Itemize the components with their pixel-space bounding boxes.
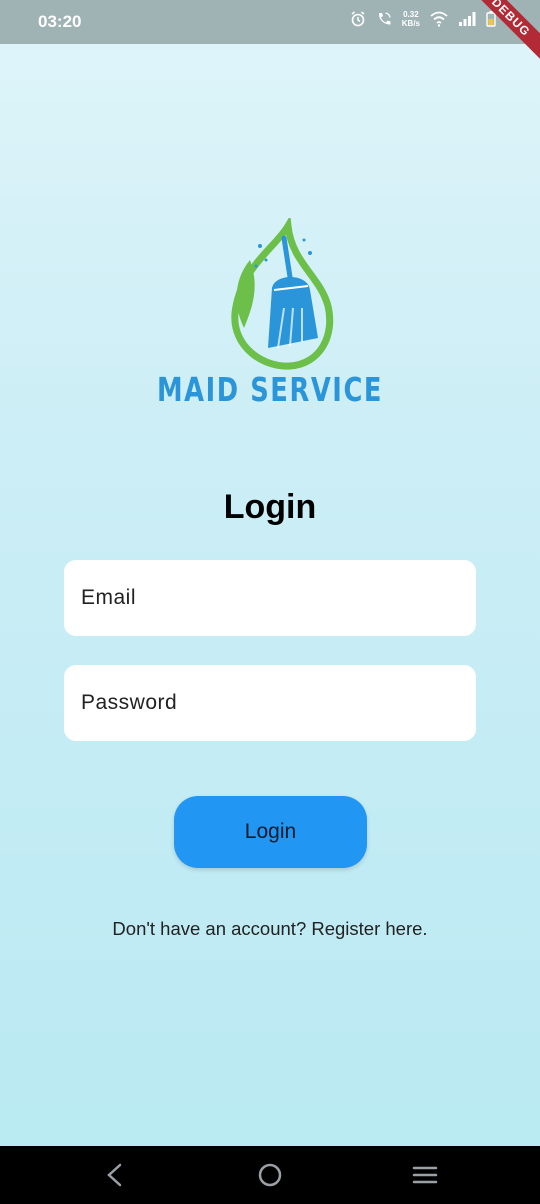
status-bar: 03:20 0.32 KB/s (0, 0, 540, 44)
signal-icon (459, 12, 476, 26)
brand-name: MAID SERVICE (156, 370, 384, 409)
login-button[interactable]: Login (174, 796, 367, 868)
password-field[interactable]: Password (64, 665, 476, 741)
email-field[interactable]: Email (64, 560, 476, 636)
wifi-icon (430, 11, 448, 27)
navigation-bar (0, 1146, 540, 1204)
status-icons: 0.32 KB/s (350, 10, 496, 28)
menu-icon[interactable] (410, 1160, 440, 1190)
alarm-icon (351, 11, 365, 27)
register-link[interactable]: Don't have an account? Register here. (0, 918, 540, 940)
back-icon[interactable] (100, 1160, 130, 1190)
network-speed: 0.32 KB/s (401, 10, 420, 28)
page-title: Login (223, 488, 317, 526)
home-icon[interactable] (255, 1160, 285, 1190)
status-time: 03:20 (38, 12, 82, 31)
call-icon (378, 12, 391, 25)
